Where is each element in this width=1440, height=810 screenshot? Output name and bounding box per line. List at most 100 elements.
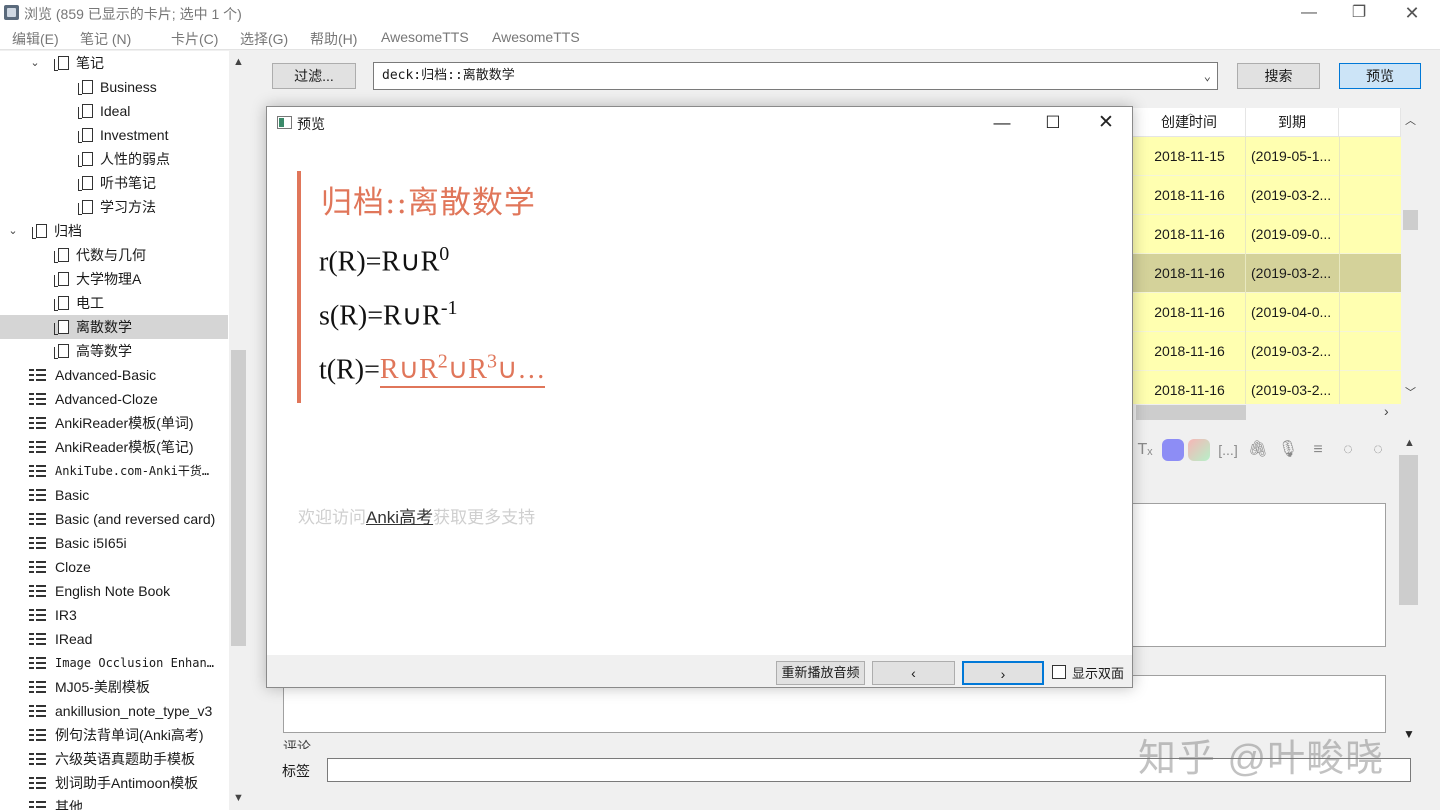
minimize-button[interactable]: —	[1286, 2, 1332, 24]
maximize-button[interactable]: ❐	[1336, 2, 1382, 24]
menu-select[interactable]: 选择(G)	[240, 29, 288, 49]
table-row[interactable]: 2018-11-16 (2019-09-0...	[1133, 215, 1401, 254]
sidebar-item[interactable]: Investment	[0, 123, 228, 147]
field-editor-1[interactable]	[1133, 503, 1386, 647]
search-button[interactable]: 搜索	[1237, 63, 1320, 89]
chevron-down-icon[interactable]: ⌄	[6, 219, 20, 243]
sidebar-item[interactable]: Basic	[0, 483, 228, 507]
sidebar-item[interactable]: 大学物理A	[0, 267, 228, 291]
cell-due: (2019-03-2...	[1251, 382, 1332, 398]
sidebar-item[interactable]: 电工	[0, 291, 228, 315]
show-both-sides-checkbox[interactable]	[1052, 665, 1066, 679]
table-vscroll-thumb[interactable]	[1403, 210, 1418, 230]
sidebar-item[interactable]: Basic (and reversed card)	[0, 507, 228, 531]
deck-icon	[78, 152, 93, 167]
deck-icon	[54, 344, 69, 359]
preview-minimize-button[interactable]: —	[979, 111, 1025, 135]
sidebar-item-label: 例句法背单词(Anki高考)	[55, 727, 204, 743]
sidebar-item[interactable]: 高等数学	[0, 339, 228, 363]
sidebar-item[interactable]: 人性的弱点	[0, 147, 228, 171]
promo-link[interactable]: Anki高考	[366, 508, 433, 527]
sidebar-item[interactable]: 其他	[0, 795, 228, 810]
sidebar-item[interactable]: Advanced-Cloze	[0, 387, 228, 411]
menu-awesometts-2[interactable]: AwesomeTTS	[492, 29, 580, 45]
sidebar-item[interactable]: ankillusion_note_type_v3	[0, 699, 228, 723]
sidebar-item[interactable]: IR3	[0, 603, 228, 627]
menu-card[interactable]: 卡片(C)	[171, 29, 218, 49]
sidebar-item[interactable]: 学习方法	[0, 195, 228, 219]
sidebar-item[interactable]: IRead	[0, 627, 228, 651]
note-type-icon	[29, 608, 46, 622]
search-query-combobox[interactable]: deck:归档::离散数学 ⌄	[373, 62, 1218, 90]
sidebar-item[interactable]: ⌄ 归档	[0, 219, 228, 243]
sidebar-item[interactable]: Ideal	[0, 99, 228, 123]
preview-maximize-button[interactable]: ☐	[1030, 111, 1076, 135]
sidebar-item[interactable]: Image Occlusion Enhan…	[0, 651, 228, 675]
table-scroll-down-icon[interactable]: ﹀	[1401, 384, 1420, 400]
table-row[interactable]: 2018-11-16 (2019-03-2...	[1133, 254, 1401, 293]
sidebar-item[interactable]: Cloze	[0, 555, 228, 579]
sidebar-item-label: AnkiReader模板(笔记)	[55, 439, 194, 455]
sidebar-item[interactable]: AnkiReader模板(笔记)	[0, 435, 228, 459]
editor-scroll-down-icon[interactable]: ▼	[1403, 727, 1415, 741]
preview-button[interactable]: 预览	[1339, 63, 1421, 89]
column-header-due[interactable]: 到期	[1246, 108, 1339, 137]
attach-icon[interactable]: 🖇	[1246, 438, 1270, 462]
editor-vscroll-thumb[interactable]	[1399, 455, 1418, 605]
table-scroll-right-icon[interactable]: ›	[1384, 403, 1389, 419]
sidebar-item[interactable]: 听书笔记	[0, 171, 228, 195]
sidebar-item[interactable]: 离散数学	[0, 315, 228, 339]
menu-awesometts-1[interactable]: AwesomeTTS	[381, 29, 469, 45]
sidebar-scroll-up-icon[interactable]: ▲	[229, 56, 248, 72]
sidebar-item[interactable]: English Note Book	[0, 579, 228, 603]
cell-created: 2018-11-16	[1154, 265, 1225, 281]
next-card-button[interactable]: ›	[962, 661, 1044, 685]
editor-scroll-up-icon[interactable]: ▲	[1400, 437, 1419, 453]
deck-icon	[78, 176, 93, 191]
table-row[interactable]: 2018-11-16 (2019-03-2...	[1133, 176, 1401, 215]
table-row[interactable]: 2018-11-15 (2019-05-1...	[1133, 137, 1401, 176]
sidebar-item[interactable]: AnkiTube.com-Anki干货…	[0, 459, 228, 483]
table-row[interactable]: 2018-11-16 (2019-04-0...	[1133, 293, 1401, 332]
sidebar-item[interactable]: Basic i5I65i	[0, 531, 228, 555]
window-title: 浏览 (859 已显示的卡片; 选中 1 个)	[24, 6, 242, 22]
highlight-color-icon[interactable]	[1187, 438, 1211, 462]
previous-card-button[interactable]: ‹	[872, 661, 955, 685]
preview-close-button[interactable]: ✕	[1083, 111, 1129, 135]
sidebar-item-label: 听书笔记	[100, 175, 156, 191]
sidebar-item[interactable]: ⌄ 笔记	[0, 51, 228, 75]
table-hscroll-thumb[interactable]	[1136, 405, 1246, 420]
table-row[interactable]: 2018-11-16 (2019-03-2...	[1133, 371, 1401, 404]
deck-icon	[54, 272, 69, 287]
sidebar-scroll-down-icon[interactable]: ▼	[229, 792, 248, 808]
menu-note[interactable]: 笔记 (N)	[80, 29, 131, 49]
cloze-icon[interactable]: [...]	[1216, 438, 1240, 462]
clear-format-icon[interactable]: Tₓ	[1133, 438, 1157, 462]
chevron-down-icon[interactable]: ⌄	[1204, 63, 1211, 89]
record-audio-icon[interactable]: 🎙	[1276, 438, 1300, 462]
table-vscrollbar[interactable]	[1401, 108, 1420, 404]
table-row[interactable]: 2018-11-16 (2019-03-2...	[1133, 332, 1401, 371]
replay-audio-button[interactable]: 重新播放音频	[776, 661, 865, 685]
menu-lines-icon[interactable]: ≡	[1306, 438, 1330, 462]
menu-help[interactable]: 帮助(H)	[310, 29, 357, 49]
sidebar-item-label: IRead	[55, 631, 93, 647]
sidebar-item[interactable]: 六级英语真题助手模板	[0, 747, 228, 771]
sidebar-item[interactable]: 例句法背单词(Anki高考)	[0, 723, 228, 747]
chevron-down-icon[interactable]: ⌄	[28, 51, 42, 75]
text-color-icon[interactable]	[1161, 438, 1185, 462]
table-scroll-up-icon[interactable]: ︿	[1401, 112, 1420, 128]
sidebar-item[interactable]: MJ05-美剧模板	[0, 675, 228, 699]
filter-button[interactable]: 过滤...	[272, 63, 356, 89]
awesometts-2-icon[interactable]: ◌	[1366, 438, 1390, 462]
sidebar-scroll-thumb[interactable]	[231, 350, 246, 646]
sidebar-item[interactable]: Advanced-Basic	[0, 363, 228, 387]
sidebar-item[interactable]: 代数与几何	[0, 243, 228, 267]
editor-toolbar: Tₓ [...] 🖇 🎙 ≡ ◌ ◌	[1133, 438, 1395, 464]
sidebar-item[interactable]: AnkiReader模板(单词)	[0, 411, 228, 435]
sidebar-item[interactable]: 划词助手Antimoon模板	[0, 771, 228, 795]
menu-edit[interactable]: 编辑(E)	[12, 29, 59, 49]
awesometts-icon[interactable]: ◌	[1336, 438, 1360, 462]
close-button[interactable]: ✕	[1389, 2, 1435, 24]
sidebar-item[interactable]: Business	[0, 75, 228, 99]
